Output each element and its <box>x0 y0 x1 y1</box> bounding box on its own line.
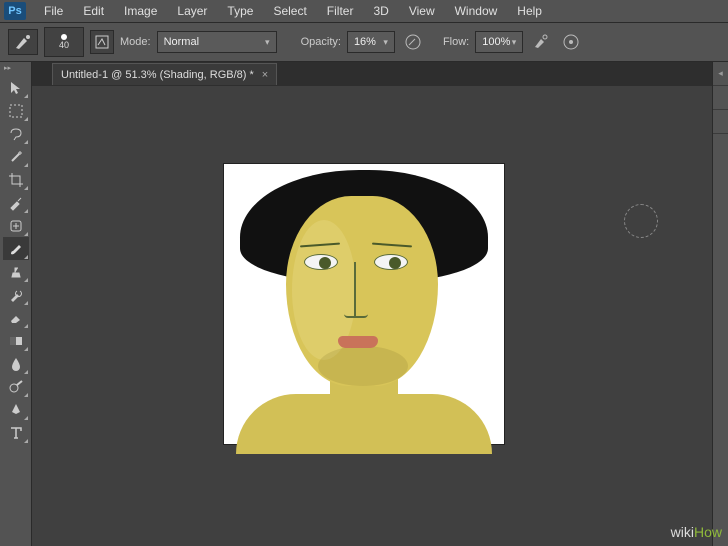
options-bar: 40 Mode: Normal ▾ Opacity: 16% ▾ Flow: 1… <box>0 22 728 62</box>
brush-panel-toggle[interactable] <box>90 30 114 54</box>
brush-cursor-icon <box>624 204 658 238</box>
flow-value: 100% <box>482 36 510 48</box>
history-brush-tool[interactable] <box>3 283 29 306</box>
lasso-tool[interactable] <box>3 122 29 145</box>
artwork-nose <box>354 262 356 316</box>
menu-3d[interactable]: 3D <box>363 4 398 18</box>
menu-window[interactable]: Window <box>445 4 508 18</box>
watermark-how: How <box>694 524 722 540</box>
panel-stub[interactable] <box>713 110 728 134</box>
app-logo: Ps <box>4 2 26 20</box>
marquee-tool[interactable] <box>3 99 29 122</box>
mode-label: Mode: <box>120 36 151 48</box>
panel-stub[interactable] <box>713 86 728 110</box>
size-pressure-toggle[interactable] <box>559 30 583 54</box>
menu-edit[interactable]: Edit <box>73 4 114 18</box>
magic-wand-tool[interactable] <box>3 145 29 168</box>
artwork-nose <box>344 314 368 318</box>
close-icon[interactable]: × <box>262 69 268 81</box>
flow-label: Flow: <box>443 36 469 48</box>
blend-mode-value: Normal <box>164 36 199 48</box>
blend-mode-dropdown[interactable]: Normal ▾ <box>157 31 277 53</box>
chevron-down-icon: ▾ <box>512 37 517 48</box>
document-tab[interactable]: Untitled-1 @ 51.3% (Shading, RGB/8) * × <box>52 63 277 85</box>
gradient-tool[interactable] <box>3 329 29 352</box>
brush-preset-picker[interactable]: 40 <box>44 27 84 57</box>
blur-tool[interactable] <box>3 352 29 375</box>
menu-view[interactable]: View <box>399 4 445 18</box>
opacity-value: 16% <box>354 36 376 48</box>
artwork-eye <box>304 254 338 270</box>
brush-icon <box>14 34 32 50</box>
menu-bar: Ps File Edit Image Layer Type Select Fil… <box>0 0 728 22</box>
flow-dropdown[interactable]: 100% ▾ <box>475 31 523 53</box>
panel-stub[interactable]: ◂ <box>713 62 728 86</box>
watermark-wiki: wiki <box>671 524 694 540</box>
brush-panel-icon <box>95 35 109 49</box>
chevron-down-icon: ▾ <box>265 37 270 48</box>
artwork-chin-shade <box>318 346 408 386</box>
opacity-dropdown[interactable]: 16% ▾ <box>347 31 395 53</box>
canvas[interactable] <box>224 164 504 444</box>
opacity-label: Opacity: <box>301 36 341 48</box>
document-area: Untitled-1 @ 51.3% (Shading, RGB/8) * × <box>32 62 712 546</box>
menu-help[interactable]: Help <box>507 4 552 18</box>
tools-panel: ▸▸ <box>0 62 32 546</box>
type-tool[interactable] <box>3 421 29 444</box>
menu-filter[interactable]: Filter <box>317 4 364 18</box>
collapse-handle[interactable]: ▸▸ <box>0 62 31 74</box>
menu-type[interactable]: Type <box>217 4 263 18</box>
right-panel-dock: ◂ <box>712 62 728 546</box>
airbrush-toggle[interactable] <box>529 30 553 54</box>
eraser-tool[interactable] <box>3 306 29 329</box>
dodge-tool[interactable] <box>3 375 29 398</box>
chevron-down-icon: ▾ <box>383 37 388 48</box>
menu-layer[interactable]: Layer <box>167 4 217 18</box>
eyedropper-tool[interactable] <box>3 191 29 214</box>
watermark: wikiHow <box>671 524 722 542</box>
document-tab-label: Untitled-1 @ 51.3% (Shading, RGB/8) * <box>61 69 254 81</box>
pen-tool[interactable] <box>3 398 29 421</box>
healing-brush-tool[interactable] <box>3 214 29 237</box>
airbrush-icon <box>532 33 550 51</box>
opacity-pressure-toggle[interactable] <box>401 30 425 54</box>
pressure-pen-icon <box>404 33 422 51</box>
menu-image[interactable]: Image <box>114 4 167 18</box>
menu-file[interactable]: File <box>34 4 73 18</box>
crop-tool[interactable] <box>3 168 29 191</box>
clone-stamp-tool[interactable] <box>3 260 29 283</box>
tool-preset-picker[interactable] <box>8 29 38 55</box>
artwork-eye <box>374 254 408 270</box>
document-tab-bar: Untitled-1 @ 51.3% (Shading, RGB/8) * × <box>32 62 712 86</box>
artwork-mouth <box>338 336 378 348</box>
move-tool[interactable] <box>3 76 29 99</box>
target-icon <box>562 33 580 51</box>
menu-select[interactable]: Select <box>263 4 316 18</box>
canvas-viewport[interactable] <box>32 86 712 546</box>
brush-size-value: 40 <box>59 40 69 50</box>
brush-tool[interactable] <box>3 237 29 260</box>
